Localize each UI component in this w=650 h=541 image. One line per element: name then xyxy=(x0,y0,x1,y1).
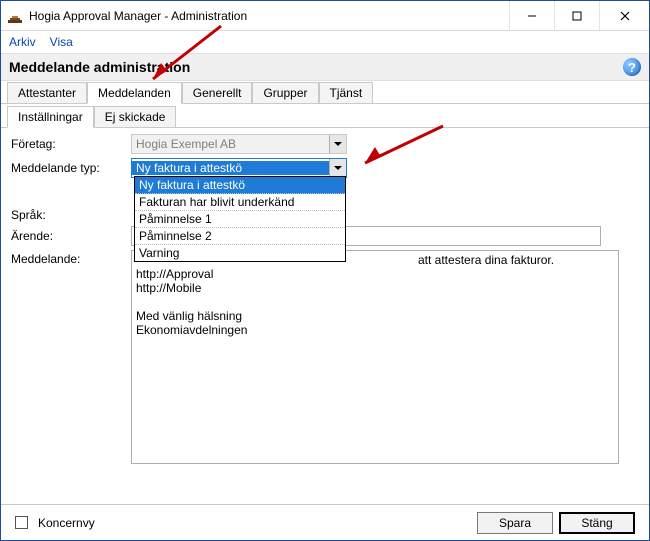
window-controls xyxy=(509,1,649,30)
option-ny-faktura[interactable]: Ny faktura i attestkö xyxy=(135,177,345,194)
option-varning[interactable]: Varning xyxy=(135,245,345,261)
main-tabs: Attestanter Meddelanden Generellt Gruppe… xyxy=(1,81,649,104)
chevron-down-icon xyxy=(334,166,342,170)
option-underkand[interactable]: Fakturan har blivit underkänd xyxy=(135,194,345,211)
message-body-text: http://Approval http://Mobile Med vänlig… xyxy=(136,267,247,337)
message-type-select[interactable]: Ny faktura i attestkö xyxy=(131,158,347,178)
window-title: Hogia Approval Manager - Administration xyxy=(29,9,509,23)
page-title: Meddelande administration xyxy=(9,59,190,75)
language-label: Språk: xyxy=(11,208,131,222)
message-type-dropdown-button[interactable] xyxy=(329,159,346,177)
koncernvy-checkbox[interactable] xyxy=(15,516,28,529)
maximize-button[interactable] xyxy=(554,1,599,30)
sub-tabs: Inställningar Ej skickade xyxy=(1,106,649,128)
save-button[interactable]: Spara xyxy=(477,512,553,534)
tab-attestanter[interactable]: Attestanter xyxy=(7,82,87,103)
tab-meddelanden[interactable]: Meddelanden xyxy=(87,82,182,104)
app-window: Hogia Approval Manager - Administration … xyxy=(0,0,650,541)
option-paminnelse-2[interactable]: Påminnelse 2 xyxy=(135,228,345,245)
help-icon[interactable]: ? xyxy=(623,58,641,76)
menu-arkiv[interactable]: Arkiv xyxy=(9,35,36,49)
subtab-installningar[interactable]: Inställningar xyxy=(7,106,94,128)
titlebar: Hogia Approval Manager - Administration xyxy=(1,1,649,31)
message-tail-text: att attestera dina fakturor. xyxy=(418,253,554,267)
page-header: Meddelande administration ? xyxy=(1,53,649,81)
tab-grupper[interactable]: Grupper xyxy=(252,82,318,103)
app-icon xyxy=(7,8,23,24)
chevron-down-icon xyxy=(334,142,342,146)
close-dialog-button[interactable]: Stäng xyxy=(559,512,635,534)
close-button[interactable] xyxy=(599,1,649,30)
company-dropdown-button xyxy=(329,135,346,153)
company-value: Hogia Exempel AB xyxy=(132,137,329,151)
menu-visa[interactable]: Visa xyxy=(50,35,73,49)
company-label: Företag: xyxy=(11,137,131,151)
message-type-value: Ny faktura i attestkö xyxy=(132,161,329,175)
subject-label: Ärende: xyxy=(11,229,131,243)
company-select: Hogia Exempel AB xyxy=(131,134,347,154)
tab-generellt[interactable]: Generellt xyxy=(182,82,253,103)
form-area: Företag: Hogia Exempel AB Meddelande typ… xyxy=(1,128,649,504)
message-label: Meddelande: xyxy=(11,250,131,266)
option-paminnelse-1[interactable]: Påminnelse 1 xyxy=(135,211,345,228)
menubar: Arkiv Visa xyxy=(1,31,649,53)
koncernvy-label: Koncernvy xyxy=(38,516,95,530)
footer: Koncernvy Spara Stäng xyxy=(1,504,649,540)
tab-tjanst[interactable]: Tjänst xyxy=(319,82,374,103)
type-label: Meddelande typ: xyxy=(11,161,131,175)
subtab-ej-skickade[interactable]: Ej skickade xyxy=(94,106,177,127)
minimize-button[interactable] xyxy=(509,1,554,30)
message-type-dropdown-list[interactable]: Ny faktura i attestkö Fakturan har blivi… xyxy=(134,176,346,262)
message-textarea[interactable]: xxxxxxxxxxxxxxxxxxxxxxxxxxxxxxxxxxxxxxxx… xyxy=(131,250,619,464)
